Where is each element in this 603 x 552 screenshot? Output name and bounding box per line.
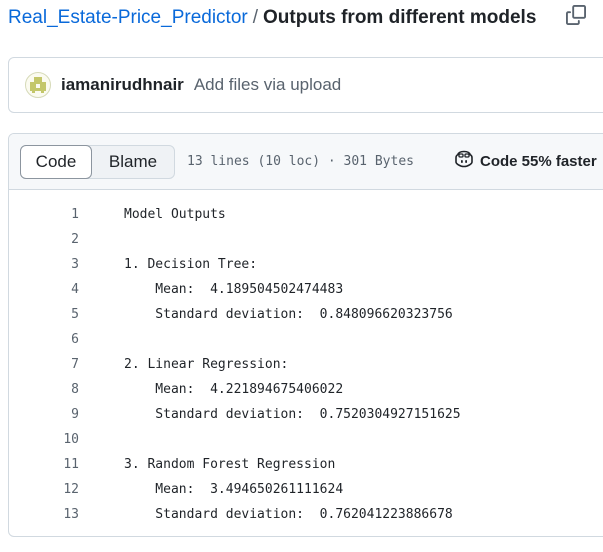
code-line: 4 Mean: 4.189504502474483 — [9, 277, 603, 302]
line-number[interactable]: 2 — [9, 232, 79, 247]
line-number[interactable]: 8 — [9, 382, 79, 397]
breadcrumb-file-name: Outputs from different models — [263, 7, 537, 28]
copilot-promo-text: Code 55% faster — [479, 153, 597, 170]
user-avatar[interactable] — [25, 72, 51, 98]
line-number[interactable]: 4 — [9, 282, 79, 297]
line-number[interactable]: 5 — [9, 307, 79, 322]
code-line: 1 Model Outputs — [9, 202, 603, 227]
breadcrumb: Real_Estate-Price_Predictor / Outputs fr… — [8, 6, 536, 30]
breadcrumb-separator: / — [252, 7, 258, 28]
blame-tab-button[interactable]: Blame — [92, 146, 174, 178]
line-number[interactable]: 3 — [9, 257, 79, 272]
line-content: 3. Random Forest Regression — [124, 457, 336, 472]
code-content: 1 Model Outputs 2 3 1. Decision Tree: 4 Mean:… — [9, 190, 603, 527]
file-line-info: 13 lines (10 loc) · 301 Bytes — [187, 154, 414, 169]
view-mode-toggle: Code Blame — [20, 144, 175, 179]
copilot-promo-button[interactable]: Code 55% faster — [454, 150, 597, 173]
copy-icon — [566, 4, 586, 30]
copilot-icon — [454, 150, 474, 173]
commit-author-link[interactable]: iamanirudhnair — [61, 75, 184, 95]
code-tab-button[interactable]: Code — [20, 144, 92, 179]
line-number[interactable]: 7 — [9, 357, 79, 372]
code-line: 7 2. Linear Regression: — [9, 352, 603, 377]
breadcrumb-repo-link[interactable]: Real_Estate-Price_Predictor — [8, 7, 248, 29]
line-content: 1. Decision Tree: — [124, 257, 258, 272]
line-number[interactable]: 13 — [9, 507, 79, 522]
copy-path-button[interactable] — [563, 4, 589, 30]
line-content: Mean: 4.189504502474483 — [124, 282, 344, 297]
code-line: 6 — [9, 327, 603, 352]
line-number[interactable]: 12 — [9, 482, 79, 497]
code-line: 3 1. Decision Tree: — [9, 252, 603, 277]
code-line: 12 Mean: 3.494650261111624 — [9, 477, 603, 502]
line-number[interactable]: 1 — [9, 207, 79, 222]
line-number[interactable]: 6 — [9, 332, 79, 347]
line-content: Standard deviation: 0.762041223886678 — [124, 507, 453, 522]
code-line: 11 3. Random Forest Regression — [9, 452, 603, 477]
latest-commit-bar: iamanirudhnair Add files via upload — [8, 57, 603, 113]
code-line: 5 Standard deviation: 0.848096620323756 — [9, 302, 603, 327]
code-line: 10 — [9, 427, 603, 452]
code-line: 8 Mean: 4.221894675406022 — [9, 377, 603, 402]
line-number[interactable]: 10 — [9, 432, 79, 447]
line-content: Mean: 3.494650261111624 — [124, 482, 344, 497]
code-line: 13 Standard deviation: 0.762041223886678 — [9, 502, 603, 527]
code-line: 2 — [9, 227, 603, 252]
line-number[interactable]: 9 — [9, 407, 79, 422]
line-content: Mean: 4.221894675406022 — [124, 382, 344, 397]
commit-message-link[interactable]: Add files via upload — [194, 75, 341, 95]
file-viewer: Code Blame 13 lines (10 loc) · 301 Bytes… — [8, 133, 603, 537]
line-content: Standard deviation: 0.848096620323756 — [124, 307, 453, 322]
line-content: Model Outputs — [124, 207, 226, 222]
line-content: Standard deviation: 0.7520304927151625 — [124, 407, 461, 422]
file-header: Code Blame 13 lines (10 loc) · 301 Bytes… — [9, 134, 603, 190]
code-line: 9 Standard deviation: 0.7520304927151625 — [9, 402, 603, 427]
line-content: 2. Linear Regression: — [124, 357, 289, 372]
line-number[interactable]: 11 — [9, 457, 79, 472]
